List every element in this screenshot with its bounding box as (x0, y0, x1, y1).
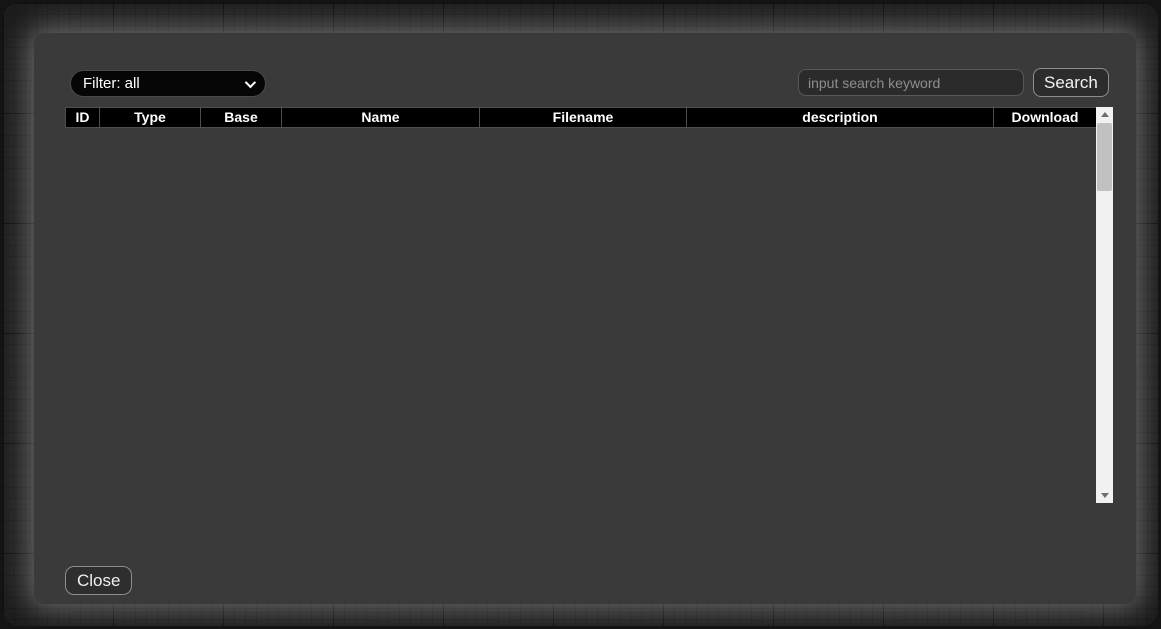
column-header-id: ID (66, 108, 100, 128)
filter-select-value: Filter: all (83, 75, 140, 92)
search-input[interactable] (798, 69, 1024, 96)
model-table: IDTypeBaseNameFilenamedescriptionDownloa… (65, 107, 1096, 128)
search-button[interactable]: Search (1033, 68, 1109, 97)
column-header-name: Name (282, 108, 480, 128)
scroll-down-icon[interactable] (1096, 488, 1113, 503)
table-header-row: IDTypeBaseNameFilenamedescriptionDownloa… (66, 108, 1097, 128)
chevron-down-icon (245, 76, 256, 87)
install-models-dialog: Filter: all Search IDTypeBaseNameFilenam… (34, 33, 1136, 604)
model-table-area: IDTypeBaseNameFilenamedescriptionDownloa… (65, 107, 1113, 503)
graph-canvas: Filter: all Search IDTypeBaseNameFilenam… (3, 3, 1158, 626)
table-scrollbar[interactable] (1096, 107, 1113, 503)
scrollbar-thumb[interactable] (1097, 123, 1112, 191)
column-header-download: Download (994, 108, 1097, 128)
model-table-viewport: IDTypeBaseNameFilenamedescriptionDownloa… (65, 107, 1096, 503)
column-header-description: description (687, 108, 994, 128)
column-header-type: Type (100, 108, 201, 128)
column-header-base: Base (201, 108, 282, 128)
column-header-filename: Filename (480, 108, 687, 128)
scroll-up-icon[interactable] (1096, 107, 1113, 122)
filter-select[interactable]: Filter: all (70, 70, 266, 97)
close-button[interactable]: Close (65, 566, 132, 595)
